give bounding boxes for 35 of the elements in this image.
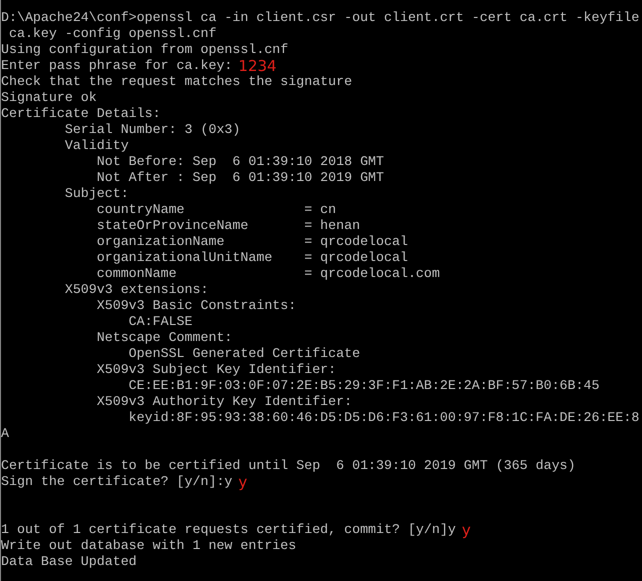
console-line: Data Base Updated [1,554,137,570]
console-line: CE:EE:B1:9F:03:0F:07:2E:B5:29:3F:F1:AB:2E:2A:BF:57:B0:6B:45 [128,378,600,394]
annotation-text: 1234 [238,58,277,74]
console-line: CA:FALSE [128,314,193,330]
console-line: keyid:8F:95:93:38:60:46:D5:D5:D6:F3:61:00:97:F8:1C:FA:DE:26:EE:8 [128,410,640,426]
console-line: Using configuration from openssl.cnf [1,42,288,58]
console-line: organizationalUnitName = qrcodelocal [96,250,408,266]
console-line: X509v3 Basic Constraints: [96,298,296,314]
console-line: Write out database with 1 new entries [1,538,296,554]
console-line: X509v3 Subject Key Identifier: [96,362,336,378]
console-line: commonName = qrcodelocal.com [96,266,440,282]
console-line: D:\Apache24\conf>openssl ca -in client.csr -out client.crt -cert ca.crt -keyfile [1,10,640,26]
annotation-text: y [238,474,248,490]
console-line: Not Before: Sep 6 01:39:10 2018 GMT [96,154,384,170]
console-line: Sign the certificate? [y/n]:y [1,474,232,490]
console-line: ca.key -config openssl.cnf [8,26,216,42]
console-line: stateOrProvinceName = henan [96,218,360,234]
console-line: Subject: [64,186,129,202]
console-line: Certificate is to be certified until Sep 6 01:39:10 2019 GMT (365 days) [1,458,576,474]
console-line: Signature ok [1,90,97,106]
console-line: 1 out of 1 certificate requests certified, commit? [y/n]y [1,522,456,538]
console-line: Validity [64,138,129,154]
console-line: Enter pass phrase for ca.key: [1,58,232,74]
console-line: X509v3 Authority Key Identifier: [96,394,352,410]
console-line: Not After : Sep 6 01:39:10 2019 GMT [96,170,384,186]
console-line: countryName = cn [96,202,336,218]
console-line: Serial Number: 3 (0x3) [64,122,240,138]
console-line: A [1,426,9,442]
console-line: organizationName = qrcodelocal [96,234,408,250]
annotation-text: y [462,522,471,538]
console-line: X509v3 extensions: [64,282,208,298]
console-line: Certificate Details: [1,106,161,122]
console-line: Netscape Comment: [96,330,232,346]
console-line: Check that the request matches the signature [1,74,352,90]
console-line: OpenSSL Generated Certificate [128,346,360,362]
